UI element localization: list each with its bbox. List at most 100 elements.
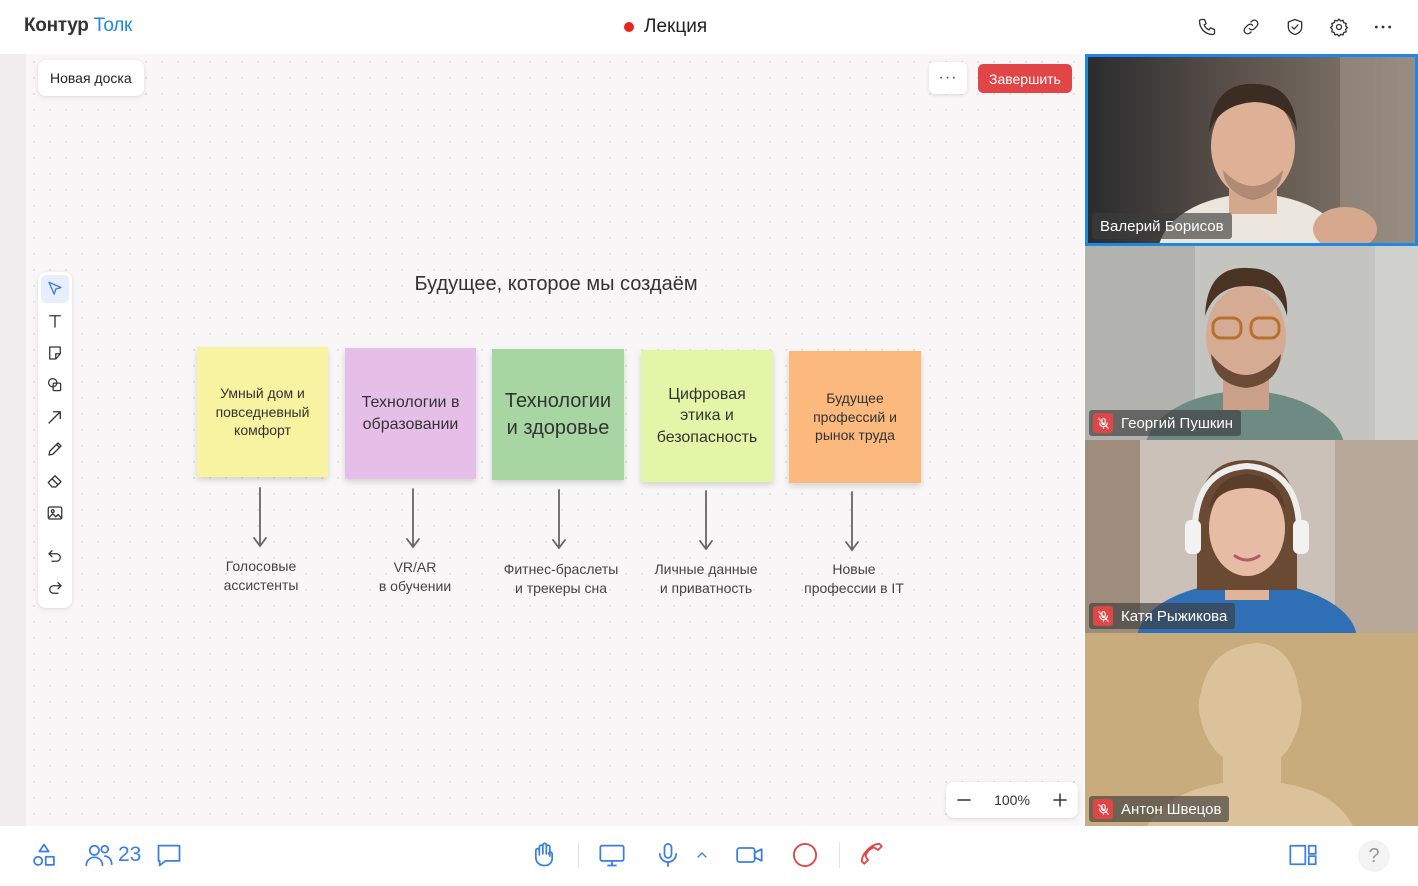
arrow-icon[interactable] xyxy=(41,403,69,431)
help-button[interactable]: ? xyxy=(1358,840,1390,872)
participant-name-text: Георгий Пушкин xyxy=(1121,414,1234,432)
left-gutter xyxy=(0,54,26,826)
drawing-toolbar xyxy=(38,272,72,608)
more-icon[interactable] xyxy=(1370,14,1396,40)
caption-vr-ar[interactable]: VR/AR в обучении xyxy=(340,558,490,596)
caption-privacy[interactable]: Личные данные и приватность xyxy=(631,560,781,598)
meeting-title: Лекция xyxy=(624,16,707,38)
chat-button[interactable] xyxy=(155,840,183,870)
caption-line: Личные данные xyxy=(654,561,758,577)
shapes-icon[interactable] xyxy=(41,371,69,399)
apps-icon xyxy=(33,843,55,866)
caption-fitness[interactable]: Фитнес-браслеты и трекеры сна xyxy=(486,560,636,598)
arrow-connector[interactable] xyxy=(252,486,268,550)
layout-button[interactable] xyxy=(1288,840,1318,870)
recording-indicator-icon xyxy=(624,22,634,32)
zoom-out-button[interactable] xyxy=(954,790,974,810)
sticky-note-ethics[interactable]: Цифровая этика и безопасность xyxy=(641,350,773,482)
caption-voice-assistants[interactable]: Голосовые ассистенты xyxy=(186,557,336,595)
participants-count: 23 xyxy=(118,843,142,866)
bottom-control-bar: 23 ? xyxy=(0,826,1418,886)
arrow-connector[interactable] xyxy=(844,490,860,554)
caption-line: Голосовые xyxy=(225,558,297,574)
caption-line: ассистенты xyxy=(223,576,299,593)
phone-icon[interactable] xyxy=(1194,14,1220,40)
eraser-icon[interactable] xyxy=(41,467,69,495)
screen-share-button[interactable] xyxy=(597,840,627,870)
sticky-note-professions[interactable]: Будущее профессий и рынок труда xyxy=(789,351,921,483)
caption-line: Фитнес-браслеты xyxy=(503,561,619,577)
whiteboard-canvas[interactable]: Новая доска ··· Завершить Будущее, котор… xyxy=(26,54,1084,826)
link-icon[interactable] xyxy=(1238,14,1264,40)
screen-share-icon xyxy=(599,844,625,867)
participant-name: Георгий Пушкин xyxy=(1089,410,1242,436)
camera-icon xyxy=(736,847,763,863)
participants-icon xyxy=(85,844,113,867)
video-tile-participant[interactable]: Антон Швецов xyxy=(1085,633,1418,826)
chevron-up-icon xyxy=(697,852,707,858)
board-heading[interactable]: Будущее, которое мы создаём xyxy=(406,273,706,296)
video-tile-speaker[interactable]: Валерий Борисов xyxy=(1085,54,1418,246)
video-tile-participant[interactable]: Георгий Пушкин xyxy=(1085,246,1418,440)
logo-product: Толк xyxy=(93,15,133,36)
image-icon[interactable] xyxy=(41,499,69,527)
microphone-icon xyxy=(658,843,678,867)
divider xyxy=(578,842,579,868)
caption-line: и трекеры сна xyxy=(514,579,608,596)
participant-name-text: Антон Швецов xyxy=(1121,800,1222,818)
pen-icon[interactable] xyxy=(41,435,69,463)
divider xyxy=(839,842,840,868)
mic-muted-icon xyxy=(1093,799,1113,819)
participant-name: Антон Швецов xyxy=(1089,796,1230,822)
mic-muted-icon xyxy=(1093,413,1113,433)
zoom-control: 100% xyxy=(946,782,1078,818)
record-icon xyxy=(792,842,818,868)
logo-brand: Контур xyxy=(24,15,89,36)
record-button[interactable] xyxy=(791,840,819,870)
hang-up-icon xyxy=(860,842,883,865)
camera-button[interactable] xyxy=(734,840,766,870)
top-bar: Контур Толк Лекция xyxy=(0,0,1418,54)
board-name[interactable]: Новая доска xyxy=(38,60,144,96)
apps-button[interactable] xyxy=(30,840,58,870)
participant-name: Валерий Борисов xyxy=(1092,213,1232,239)
text-icon[interactable] xyxy=(41,307,69,335)
caption-line: и приватность xyxy=(659,579,753,596)
sticker-icon[interactable] xyxy=(41,339,69,367)
meeting-title-text: Лекция xyxy=(644,16,708,37)
undo-icon[interactable] xyxy=(41,542,69,570)
caption-line: Новые xyxy=(832,561,876,577)
select-icon[interactable] xyxy=(41,275,69,303)
sticky-note-education[interactable]: Технологии в образовании xyxy=(345,348,476,479)
arrow-connector[interactable] xyxy=(551,488,567,552)
app-logo: Контур Толк xyxy=(24,15,132,37)
caption-line: профессии в IT xyxy=(804,579,904,596)
gear-icon[interactable] xyxy=(1326,14,1352,40)
participant-name-text: Валерий Борисов xyxy=(1100,217,1224,235)
raise-hand-icon xyxy=(534,842,554,867)
caption-it-jobs[interactable]: Новые профессии в IT xyxy=(779,560,929,598)
redo-icon[interactable] xyxy=(41,574,69,602)
caption-line: в обучении xyxy=(378,577,452,594)
sticky-note-smart-home[interactable]: Умный дом и повседневный комфорт xyxy=(197,347,328,477)
raise-hand-button[interactable] xyxy=(530,840,558,870)
finish-board-button[interactable]: Завершить xyxy=(978,64,1072,93)
participants-button[interactable]: 23 xyxy=(84,840,141,870)
zoom-in-button[interactable] xyxy=(1050,790,1070,810)
participant-name: Катя Рыжикова xyxy=(1089,603,1236,629)
header-actions xyxy=(1194,14,1396,40)
layout-icon xyxy=(1289,844,1317,866)
chat-icon xyxy=(157,844,181,867)
mic-muted-icon xyxy=(1093,606,1113,626)
microphone-button[interactable] xyxy=(654,840,682,870)
arrow-connector[interactable] xyxy=(698,489,714,553)
leave-call-button[interactable] xyxy=(858,840,888,870)
microphone-options-button[interactable] xyxy=(694,840,710,870)
participant-name-text: Катя Рыжикова xyxy=(1121,607,1228,625)
shield-icon[interactable] xyxy=(1282,14,1308,40)
sticky-note-health[interactable]: Технологии и здоровье xyxy=(492,349,624,480)
board-more-button[interactable]: ··· xyxy=(929,62,967,94)
arrow-connector[interactable] xyxy=(405,487,421,551)
zoom-level: 100% xyxy=(994,792,1030,808)
video-tile-participant[interactable]: Катя Рыжикова xyxy=(1085,440,1418,633)
